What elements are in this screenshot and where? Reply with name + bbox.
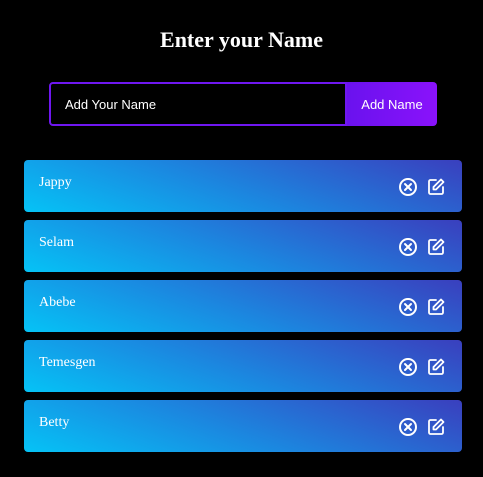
todo-app: Enter your Name Add Name Jappy Selam: [0, 0, 483, 477]
list-item-label: Abebe: [39, 295, 76, 310]
list-item-label: Jappy: [39, 175, 72, 190]
item-actions: [398, 357, 446, 377]
edit-icon[interactable]: [426, 177, 446, 197]
edit-icon[interactable]: [426, 237, 446, 257]
edit-icon[interactable]: [426, 357, 446, 377]
item-actions: [398, 297, 446, 317]
page-title: Enter your Name: [160, 27, 323, 52]
list-item-label: Temesgen: [39, 355, 96, 370]
add-name-button[interactable]: Add Name: [347, 82, 437, 126]
item-actions: [398, 177, 446, 197]
add-name-form: Add Name: [49, 82, 437, 126]
item-actions: [398, 417, 446, 437]
edit-icon[interactable]: [426, 297, 446, 317]
close-circle-icon[interactable]: [398, 177, 418, 197]
close-circle-icon[interactable]: [398, 237, 418, 257]
list-item-label: Betty: [39, 415, 70, 430]
list-item: Jappy: [24, 160, 462, 212]
name-input[interactable]: [49, 82, 347, 126]
list-item: Temesgen: [24, 340, 462, 392]
item-actions: [398, 237, 446, 257]
list-item-label: Selam: [39, 235, 74, 250]
close-circle-icon[interactable]: [398, 417, 418, 437]
list-item: Abebe: [24, 280, 462, 332]
list-item: Betty: [24, 400, 462, 452]
name-list: Jappy Selam Abebe Temesgen Betty: [24, 160, 462, 460]
edit-icon[interactable]: [426, 417, 446, 437]
close-circle-icon[interactable]: [398, 357, 418, 377]
close-circle-icon[interactable]: [398, 297, 418, 317]
list-item: Selam: [24, 220, 462, 272]
